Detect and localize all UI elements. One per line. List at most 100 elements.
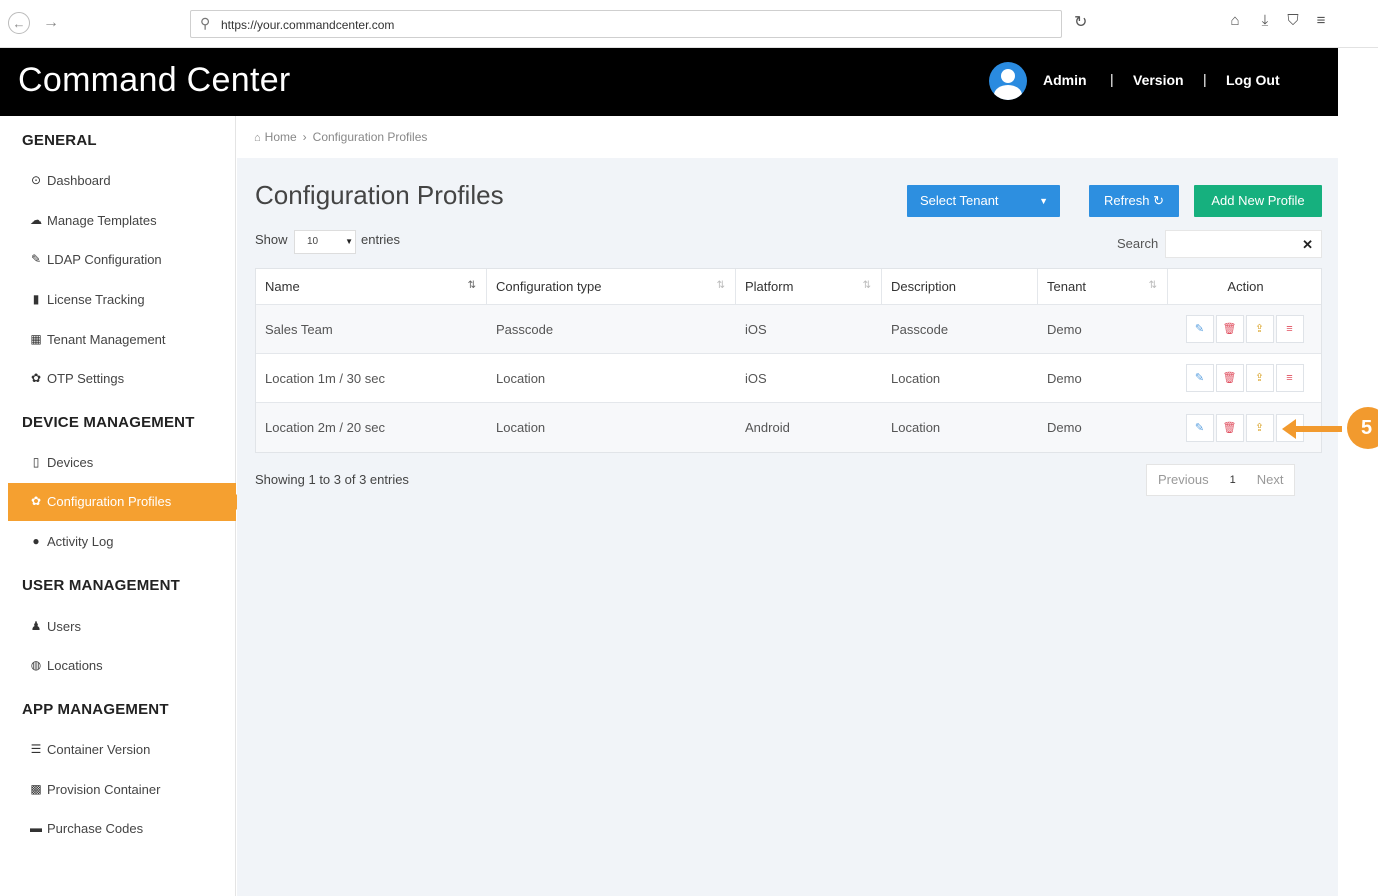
avatar[interactable] <box>989 62 1027 100</box>
list-menu-icon[interactable]: ≡ <box>1275 315 1304 343</box>
app-title: Command Center <box>18 61 291 99</box>
trash-icon[interactable]: 🗑 <box>1215 315 1244 343</box>
reload-icon[interactable]: ↻ <box>1074 12 1087 32</box>
upload-icon[interactable]: ⇪ <box>1245 413 1274 442</box>
edit-icon[interactable]: ✎ <box>1185 413 1214 442</box>
previous-page-button[interactable]: Previous <box>1147 465 1220 495</box>
home-icon: ⌂ <box>254 132 261 144</box>
sidebar-item-activity-log[interactable]: ● Activity Log <box>8 523 236 561</box>
sidebar-item-configuration-profiles[interactable]: ✿ Configuration Profiles <box>8 483 244 521</box>
breadcrumb-current: Configuration Profiles <box>312 130 428 144</box>
cell-type: Location <box>496 370 546 386</box>
refresh-button[interactable]: Refresh ↻ <box>1089 185 1179 217</box>
globe-icon: ◍ <box>30 658 42 672</box>
page-length-select[interactable]: 10 ▼ <box>294 230 356 254</box>
page-1-button[interactable]: 1 <box>1219 465 1246 495</box>
url-text: https://your.commandcenter.com <box>221 18 395 32</box>
list-menu-icon[interactable]: ≡ <box>1275 364 1304 392</box>
table-row: Location 2m / 20 sec Location Android Lo… <box>256 403 1321 452</box>
sidebar-item-tenant-management[interactable]: ▦ Tenant Management <box>8 321 236 359</box>
cell-type: Passcode <box>496 321 554 337</box>
gear-icon: ✿ <box>30 494 42 508</box>
sidebar-item-ldap-configuration[interactable]: ✎ LDAP Configuration <box>8 241 236 279</box>
sidebar-item-users[interactable]: ♟ Users <box>8 608 236 646</box>
cell-tenant: Demo <box>1047 321 1082 337</box>
user-icon: ♟ <box>30 619 42 633</box>
column-header-action: Action <box>1227 279 1264 294</box>
sidebar-item-label: OTP Settings <box>47 371 125 386</box>
sort-icon: ⇅ <box>467 280 476 291</box>
address-bar[interactable]: ⚲ https://your.commandcenter.com <box>190 10 1062 38</box>
breadcrumb-separator: › <box>302 130 307 144</box>
select-tenant-dropdown[interactable]: Select Tenant ▼ <box>907 185 1060 217</box>
sidebar-item-label: Dashboard <box>47 173 111 188</box>
sidebar-item-label: LDAP Configuration <box>47 252 162 267</box>
sort-icon: ⇅ <box>862 280 871 291</box>
record-icon: ● <box>32 534 40 548</box>
sidebar-heading-app-management: APP MANAGEMENT <box>22 701 169 718</box>
add-new-profile-button[interactable]: Add New Profile <box>1194 185 1322 217</box>
entries-label: entries <box>361 232 401 247</box>
cell-description: Passcode <box>891 321 949 337</box>
cell-actions: ✎ 🗑 ⇪ ≡ <box>1168 305 1323 353</box>
download-icon[interactable]: ⤓ <box>1256 12 1274 29</box>
main-content: ⌂ Home › Configuration Profiles Configurati… <box>237 116 1338 896</box>
column-header-description[interactable]: Description <box>882 269 1038 304</box>
sidebar-item-license-tracking[interactable]: ▮ License Tracking <box>8 281 236 319</box>
column-header-platform[interactable]: Platform ⇅ <box>736 269 882 304</box>
cell-name: Location 1m / 30 sec <box>265 370 385 386</box>
sidebar-item-dashboard[interactable]: ⊙ Dashboard <box>8 162 236 200</box>
trash-icon[interactable]: 🗑 <box>1215 413 1244 442</box>
dashboard-icon: ⊙ <box>30 173 42 187</box>
pagination: Previous 1 Next <box>1146 464 1296 496</box>
sidebar-item-label: Configuration Profiles <box>47 494 172 509</box>
browser-toolbar: ← → ⚲ https://your.commandcenter.com ↻ ⌂… <box>0 0 1378 48</box>
cell-description: Location <box>891 420 941 435</box>
sidebar-item-purchase-codes[interactable]: ▬ Purchase Codes <box>8 810 236 848</box>
home-icon[interactable]: ⌂ <box>1226 12 1244 29</box>
sidebar-item-manage-templates[interactable]: ☁ Manage Templates <box>8 202 236 240</box>
sidebar-item-label: Manage Templates <box>47 213 157 228</box>
sidebar-item-container-version[interactable]: ☰ Container Version <box>8 731 236 769</box>
menu-icon[interactable]: ≡ <box>1312 12 1330 29</box>
sidebar-item-label: Container Version <box>47 742 151 757</box>
chevron-down-icon: ▼ <box>345 237 353 246</box>
upload-icon[interactable]: ⇪ <box>1245 315 1274 343</box>
header-separator: | <box>1203 71 1207 87</box>
edit-icon[interactable]: ✎ <box>1185 364 1214 392</box>
select-tenant-label: Select Tenant <box>920 193 999 208</box>
bookmark-icon[interactable]: ⛉ <box>1284 12 1302 29</box>
search-input[interactable]: ✕ <box>1165 230 1322 258</box>
edit-icon[interactable]: ✎ <box>1185 315 1214 343</box>
close-icon[interactable]: ✕ <box>1302 237 1313 253</box>
cell-actions: ✎ 🗑 ⇪ ≡ <box>1168 354 1323 402</box>
back-arrow-icon[interactable]: ← <box>8 12 30 34</box>
header-separator: | <box>1110 71 1114 87</box>
column-header-tenant[interactable]: Tenant ⇅ <box>1038 269 1168 304</box>
trash-icon[interactable]: 🗑 <box>1215 364 1244 392</box>
logout-link[interactable]: Log Out <box>1226 72 1280 88</box>
search-label: Search <box>1117 236 1159 251</box>
breadcrumb-home[interactable]: Home <box>265 130 297 144</box>
sort-icon: ⇅ <box>716 280 725 291</box>
cell-platform: Android <box>745 420 790 435</box>
upload-icon[interactable]: ⇪ <box>1245 364 1274 392</box>
breadcrumb: ⌂ Home › Configuration Profiles <box>254 130 427 144</box>
cell-type: Location <box>496 420 546 435</box>
sidebar-item-devices[interactable]: ▯ Devices <box>8 444 236 482</box>
next-page-button[interactable]: Next <box>1245 465 1295 495</box>
sidebar: GENERAL ⊙ Dashboard ☁ Manage Templates ✎… <box>0 116 244 896</box>
version-link[interactable]: Version <box>1133 72 1184 88</box>
sidebar-item-locations[interactable]: ◍ Locations <box>8 647 236 685</box>
device-icon: ▯ <box>32 455 40 469</box>
wrench-icon: ✎ <box>30 252 42 266</box>
profiles-table: Name ⇅ Configuration type ⇅ Platform ⇅ Desc… <box>255 268 1322 453</box>
sidebar-item-provision-container[interactable]: ▩ Provision Container <box>8 771 236 809</box>
column-header-name[interactable]: Name ⇅ <box>256 269 487 304</box>
forward-arrow-icon[interactable]: → <box>40 12 62 34</box>
breadcrumb-bar: ⌂ Home › Configuration Profiles <box>237 116 1338 158</box>
table-row: Location 1m / 30 sec Location iOS Locati… <box>256 354 1321 403</box>
sidebar-item-otp-settings[interactable]: ✿ OTP Settings <box>8 360 236 398</box>
column-header-configuration-type[interactable]: Configuration type ⇅ <box>487 269 736 304</box>
admin-link[interactable]: Admin <box>1043 72 1087 88</box>
